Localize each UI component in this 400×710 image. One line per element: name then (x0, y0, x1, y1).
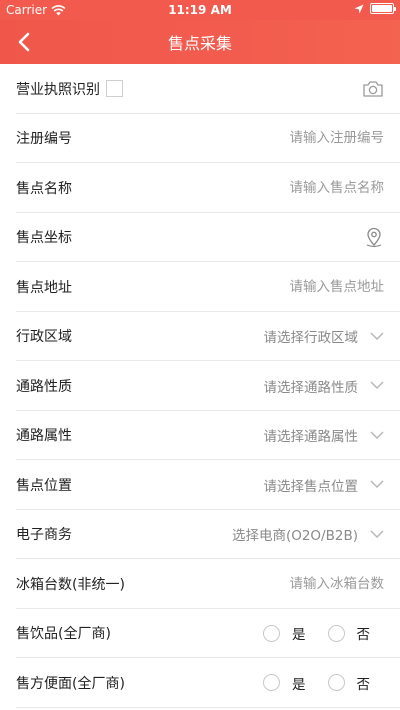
locate-button[interactable] (364, 226, 384, 248)
sells-drinks-radio-group: 是 否 (263, 623, 384, 643)
outlet-name-row: 售点名称 (0, 163, 400, 213)
back-button[interactable] (10, 28, 38, 56)
channel-attribute-row[interactable]: 通路属性 请选择通路属性 (0, 411, 400, 461)
sells-instant-noodles-radio-group: 是 否 (263, 673, 384, 693)
fridge-count-input[interactable] (204, 575, 384, 592)
chevron-down-icon (370, 428, 384, 442)
fridge-count-label: 冰箱台数(非统一) (16, 576, 125, 593)
outlet-location-select[interactable]: 请选择售点位置 (264, 475, 359, 495)
battery-icon (370, 3, 396, 14)
chevron-down-icon (370, 478, 384, 492)
outlet-coordinates-row: 售点坐标 (0, 213, 400, 263)
outlet-location-row[interactable]: 售点位置 请选择售点位置 (0, 460, 400, 510)
channel-nature-select[interactable]: 请选择通路性质 (264, 376, 359, 396)
sells-drinks-row: 售饮品(全厂商) 是 否 (0, 609, 400, 659)
admin-region-label: 行政区域 (16, 329, 72, 346)
nav-bar: 售点采集 (0, 20, 400, 64)
location-pin-icon (366, 228, 382, 248)
outlet-address-input[interactable] (204, 278, 384, 295)
channel-nature-row[interactable]: 通路性质 请选择通路性质 (0, 361, 400, 411)
sells-instant-noodles-no-label: 否 (356, 676, 371, 693)
outlet-location-label: 售点位置 (16, 477, 72, 494)
fridge-count-row: 冰箱台数(非统一) (0, 559, 400, 609)
sells-drinks-no-radio[interactable] (327, 624, 345, 642)
ecommerce-row[interactable]: 电子商务 选择电商(O2O/B2B) (0, 510, 400, 560)
admin-region-row[interactable]: 行政区域 请选择行政区域 (0, 312, 400, 362)
chevron-down-icon (370, 379, 384, 393)
status-time: 11:19 AM (168, 3, 232, 17)
camera-icon (363, 81, 383, 97)
status-right (354, 3, 396, 14)
license-recognition-row: 营业执照识别 (0, 64, 400, 114)
sells-drinks-no-label: 否 (356, 627, 371, 644)
registration-number-row: 注册编号 (0, 114, 400, 164)
outlet-name-label: 售点名称 (16, 180, 72, 197)
sells-drinks-yes-label: 是 (292, 627, 306, 644)
sells-instant-noodles-row: 售方便面(全厂商) 是 否 (0, 658, 400, 708)
ecommerce-label: 电子商务 (16, 527, 72, 544)
sells-instant-noodles-label: 售方便面(全厂商) (16, 675, 125, 692)
sells-instant-noodles-yes-label: 是 (292, 676, 306, 693)
sells-drinks-label: 售饮品(全厂商) (16, 626, 111, 643)
license-recognition-checkbox[interactable] (106, 80, 123, 98)
outlet-coordinates-label: 售点坐标 (16, 230, 72, 247)
outlet-form: 营业执照识别 注册编号 售点名称 售点坐标 (0, 64, 400, 708)
registration-number-label: 注册编号 (16, 131, 72, 148)
camera-button[interactable] (362, 80, 384, 98)
chevron-left-icon (18, 32, 30, 52)
admin-region-select[interactable]: 请选择行政区域 (264, 326, 359, 346)
outlet-address-row: 售点地址 (0, 262, 400, 312)
page-title: 售点采集 (167, 34, 232, 53)
license-recognition-label: 营业执照识别 (16, 81, 100, 98)
chevron-down-icon (370, 527, 384, 541)
channel-nature-label: 通路性质 (16, 378, 72, 395)
outlet-address-label: 售点地址 (16, 279, 72, 296)
ecommerce-select[interactable]: 选择电商(O2O/B2B) (232, 524, 358, 544)
outlet-name-input[interactable] (204, 179, 384, 196)
sells-instant-noodles-yes-radio[interactable] (263, 674, 280, 692)
channel-attribute-label: 通路属性 (16, 428, 72, 445)
registration-number-input[interactable] (204, 130, 384, 147)
location-arrow-icon (354, 4, 364, 13)
sells-drinks-yes-radio[interactable] (263, 624, 280, 642)
sells-instant-noodles-no-radio[interactable] (327, 674, 345, 692)
status-bar: Carrier 11:19 AM (0, 0, 400, 20)
chevron-down-icon (370, 329, 384, 343)
channel-attribute-select[interactable]: 请选择通路属性 (264, 425, 359, 445)
